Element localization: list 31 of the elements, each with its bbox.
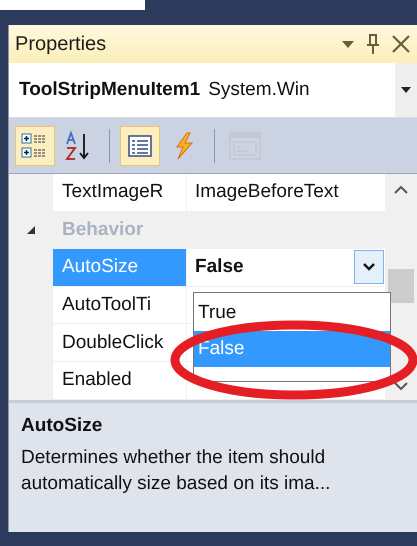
- close-icon: [391, 34, 411, 54]
- object-type: System.Win: [208, 79, 311, 101]
- chevron-down-icon: [393, 380, 409, 392]
- scroll-up-button[interactable]: [393, 184, 409, 196]
- category-label: Behavior: [61, 218, 144, 242]
- object-name: ToolStripMenuItem1: [19, 79, 200, 101]
- dropdown-option[interactable]: True: [194, 295, 390, 331]
- description-text: Determines whether the item should automatically size based on its ima...: [21, 446, 332, 496]
- property-name[interactable]: AutoToolTi: [53, 286, 187, 324]
- property-name[interactable]: Enabled: [53, 362, 187, 399]
- chevron-up-icon: [393, 184, 409, 196]
- scroll-thumb[interactable]: [388, 269, 414, 303]
- pin-icon: [365, 33, 381, 55]
- toolbar-button[interactable]: [120, 126, 160, 166]
- caret-down-icon: [401, 87, 411, 93]
- close-button[interactable]: [391, 34, 411, 54]
- dropdown-button[interactable]: [354, 250, 384, 284]
- description-title: AutoSize: [21, 415, 104, 437]
- selector-dropdown-button[interactable]: [395, 63, 417, 117]
- property-name[interactable]: DoubleClick: [53, 324, 187, 361]
- expander-icon[interactable]: [25, 224, 37, 236]
- caret-down-icon: [341, 39, 355, 49]
- property-list-icon: [127, 132, 153, 158]
- window-menu-button[interactable]: [341, 39, 355, 49]
- chevron-down-icon: [362, 262, 376, 272]
- window-title: Properties: [15, 32, 108, 56]
- scroll-down-button[interactable]: [393, 380, 409, 392]
- property-name[interactable]: TextImageR: [53, 174, 187, 211]
- pin-button[interactable]: [365, 33, 381, 55]
- object-selector[interactable]: ToolStripMenuItem1 System.Win: [9, 63, 417, 118]
- toolbar-button[interactable]: [15, 126, 55, 166]
